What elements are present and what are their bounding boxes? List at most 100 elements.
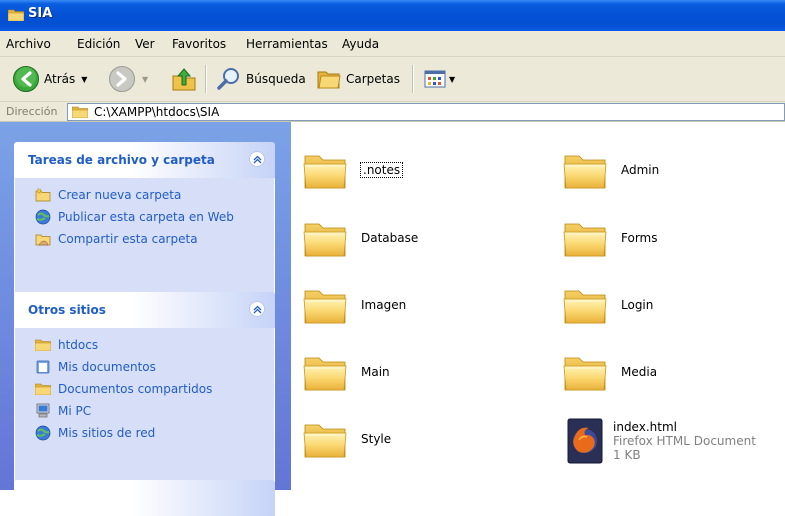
folder-icon xyxy=(35,381,51,397)
folder-icon xyxy=(303,285,347,325)
forward-button[interactable]: ▼ xyxy=(108,63,148,95)
place-shared-documents[interactable]: Documentos compartidos xyxy=(15,378,274,400)
file-item[interactable]: index.html Firefox HTML Document 1 KB xyxy=(567,418,756,464)
address-bar: Dirección C:\XAMPP\htdocs\SIA xyxy=(0,102,785,122)
new-folder-icon xyxy=(35,187,51,202)
tasks-panel-body: Crear nueva carpeta Publicar esta carpet… xyxy=(14,178,275,294)
menu-ayuda[interactable]: Ayuda xyxy=(342,37,379,51)
item-label: Database xyxy=(361,231,419,245)
item-label: Forms xyxy=(621,231,658,245)
folder-item[interactable]: Imagen xyxy=(303,285,406,325)
up-folder-icon xyxy=(172,68,196,91)
file-size: 1 KB xyxy=(613,448,641,462)
item-label: .notes xyxy=(359,162,404,178)
other-places-title: Otros sitios xyxy=(28,303,106,317)
details-panel-header[interactable] xyxy=(14,480,275,516)
folder-item[interactable]: Style xyxy=(303,419,391,459)
search-icon xyxy=(217,68,239,90)
other-places-header[interactable]: Otros sitios xyxy=(14,292,275,328)
menu-edicion[interactable]: Edición xyxy=(77,37,120,51)
folders-icon xyxy=(317,71,341,89)
place-my-computer[interactable]: Mi PC xyxy=(15,400,274,422)
place-label: Mi PC xyxy=(58,404,92,418)
folder-item[interactable]: Login xyxy=(563,285,653,325)
folders-label: Carpetas xyxy=(346,72,400,86)
place-htdocs[interactable]: htdocs xyxy=(15,334,274,356)
back-arrow-icon xyxy=(13,66,39,92)
task-label: Crear nueva carpeta xyxy=(58,188,182,202)
folder-icon xyxy=(35,337,51,353)
folder-icon xyxy=(563,352,607,392)
tasks-panel-header[interactable]: Tareas de archivo y carpeta xyxy=(14,142,275,178)
folder-icon xyxy=(303,352,347,392)
details-panel xyxy=(14,480,275,516)
task-label: Publicar esta carpeta en Web xyxy=(58,210,234,224)
up-folder-button[interactable] xyxy=(170,63,198,95)
chevron-down-icon[interactable]: ▼ xyxy=(142,75,148,84)
search-label: Búsqueda xyxy=(246,72,306,86)
chevron-down-icon[interactable]: ▼ xyxy=(81,75,87,84)
place-my-documents[interactable]: Mis documentos xyxy=(15,356,274,378)
place-network[interactable]: Mis sitios de red xyxy=(15,422,274,444)
place-label: Mis documentos xyxy=(58,360,156,374)
menu-ver[interactable]: Ver xyxy=(135,37,155,51)
globe-icon xyxy=(35,209,51,225)
window-title: SIA xyxy=(28,6,53,21)
computer-icon xyxy=(36,403,50,418)
my-documents-icon xyxy=(36,360,50,374)
folder-item[interactable]: Media xyxy=(563,352,657,392)
folder-item[interactable]: Main xyxy=(303,352,390,392)
search-button[interactable]: Búsqueda xyxy=(216,63,306,95)
item-label: Main xyxy=(361,365,390,379)
folder-icon xyxy=(303,419,347,459)
place-label: htdocs xyxy=(58,338,99,352)
address-field[interactable]: C:\XAMPP\htdocs\SIA xyxy=(67,103,785,121)
network-icon xyxy=(35,425,51,441)
back-label: Atrás xyxy=(44,72,76,86)
address-label: Dirección xyxy=(6,105,58,118)
collapse-icon[interactable] xyxy=(249,151,265,167)
item-label: Admin xyxy=(621,163,660,177)
views-icon xyxy=(424,70,446,88)
chevron-down-icon[interactable]: ▼ xyxy=(449,75,455,84)
menu-archivo[interactable]: Archivo xyxy=(6,37,51,51)
task-label: Compartir esta carpeta xyxy=(58,232,198,246)
tasks-panel-title: Tareas de archivo y carpeta xyxy=(28,153,215,167)
address-path: C:\XAMPP\htdocs\SIA xyxy=(94,105,220,119)
folder-icon xyxy=(563,285,607,325)
share-folder-icon xyxy=(35,234,51,246)
folder-item[interactable]: Database xyxy=(303,218,418,258)
folder-item[interactable]: Forms xyxy=(563,218,657,258)
menu-herramientas[interactable]: Herramientas xyxy=(246,37,328,51)
folder-item[interactable]: Admin xyxy=(563,150,659,190)
title-bar[interactable]: SIA xyxy=(0,0,785,31)
menu-bar: Archivo Edición Ver Favoritos Herramient… xyxy=(0,31,785,57)
tasks-panel: Tareas de archivo y carpeta Crear nueva … xyxy=(14,142,275,294)
other-places-panel: Otros sitios htdocs Mis documentos Docum… xyxy=(14,292,275,483)
item-label: Imagen xyxy=(361,298,407,312)
item-label: Media xyxy=(621,365,658,379)
other-places-body: htdocs Mis documentos Documentos compart… xyxy=(14,328,275,483)
task-pane: Tareas de archivo y carpeta Crear nueva … xyxy=(0,122,291,516)
folder-icon xyxy=(563,150,607,190)
task-new-folder[interactable]: Crear nueva carpeta xyxy=(15,184,274,206)
place-label: Documentos compartidos xyxy=(58,382,213,396)
file-type: Firefox HTML Document xyxy=(613,434,756,448)
file-list: .notes Admin Database Forms Imagen Login… xyxy=(291,122,785,490)
views-button[interactable]: ▼ xyxy=(424,63,455,95)
folder-icon xyxy=(8,9,24,21)
back-button[interactable]: Atrás ▼ xyxy=(12,63,87,95)
folder-item[interactable]: .notes xyxy=(303,150,404,190)
folders-button[interactable]: Carpetas xyxy=(316,63,400,95)
collapse-icon[interactable] xyxy=(249,301,265,317)
forward-arrow-icon xyxy=(109,66,135,92)
firefox-html-document-icon xyxy=(567,418,603,464)
folder-icon xyxy=(303,150,347,190)
folder-icon xyxy=(72,106,88,118)
task-share-folder[interactable]: Compartir esta carpeta xyxy=(15,228,274,250)
item-label: Style xyxy=(361,432,392,446)
folder-icon xyxy=(563,218,607,258)
menu-favoritos[interactable]: Favoritos xyxy=(172,37,226,51)
task-publish-web[interactable]: Publicar esta carpeta en Web xyxy=(15,206,274,228)
item-label: Login xyxy=(621,298,654,312)
